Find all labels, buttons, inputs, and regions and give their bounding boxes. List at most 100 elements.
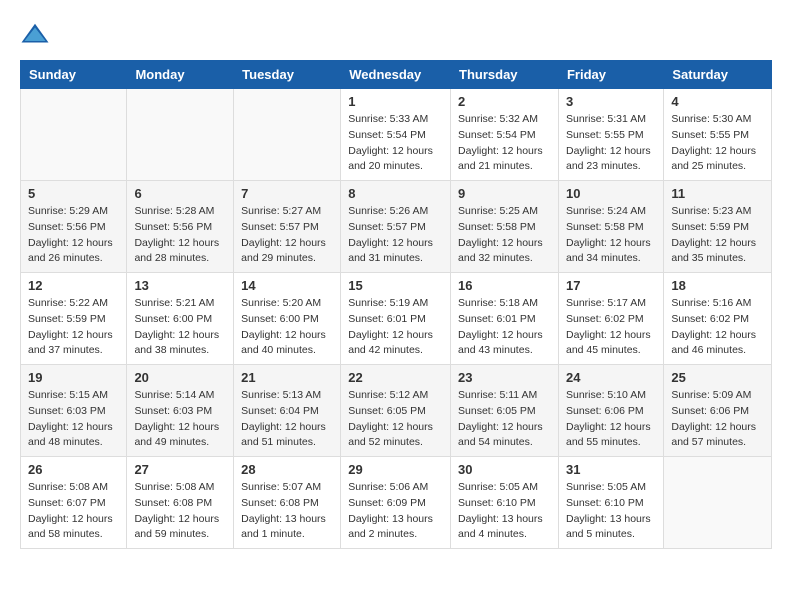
day-header-monday: Monday	[127, 61, 234, 89]
calendar-cell: 30 Sunrise: 5:05 AMSunset: 6:10 PMDayligh…	[451, 457, 559, 549]
day-info: Sunrise: 5:31 AMSunset: 5:55 PMDaylight:…	[566, 112, 656, 175]
calendar-cell: 22 Sunrise: 5:12 AMSunset: 6:05 PMDayligh…	[341, 365, 451, 457]
calendar-cell: 4 Sunrise: 5:30 AMSunset: 5:55 PMDaylight…	[664, 89, 772, 181]
calendar-cell: 14Sunrise: 5:20 AMSunset: 6:00 PMDayligh…	[234, 273, 341, 365]
calendar-cell	[21, 89, 127, 181]
day-info: Sunrise: 5:18 AMSunset: 6:01 PMDaylight:…	[458, 296, 551, 359]
day-info: Sunrise: 5:15 AMSunset: 6:03 PMDaylight:…	[28, 388, 119, 451]
day-info: Sunrise: 5:19 AMSunset: 6:01 PMDaylight:…	[348, 296, 443, 359]
day-number: 8	[348, 186, 443, 201]
calendar-cell: 17 Sunrise: 5:17 AMSunset: 6:02 PMDayligh…	[558, 273, 663, 365]
day-number: 27	[134, 462, 226, 477]
day-number: 4	[671, 94, 764, 109]
calendar-cell: 18 Sunrise: 5:16 AMSunset: 6:02 PMDayligh…	[664, 273, 772, 365]
day-info: Sunrise: 5:30 AMSunset: 5:55 PMDaylight:…	[671, 112, 764, 175]
logo	[20, 20, 52, 50]
day-header-saturday: Saturday	[664, 61, 772, 89]
day-number: 24	[566, 370, 656, 385]
calendar-cell: 7 Sunrise: 5:27 AMSunset: 5:57 PMDaylight…	[234, 181, 341, 273]
day-info: Sunrise: 5:13 AMSunset: 6:04 PMDaylight:…	[241, 388, 333, 451]
day-info: Sunrise: 5:22 AMSunset: 5:59 PMDaylight:…	[28, 296, 119, 359]
calendar-cell: 19Sunrise: 5:15 AMSunset: 6:03 PMDayligh…	[21, 365, 127, 457]
day-number: 29	[348, 462, 443, 477]
calendar-header-row: SundayMondayTuesdayWednesdayThursdayFrid…	[21, 61, 772, 89]
calendar-week-3: 12 Sunrise: 5:22 AMSunset: 5:59 PMDayligh…	[21, 273, 772, 365]
calendar-cell: 28 Sunrise: 5:07 AMSunset: 6:08 PMDayligh…	[234, 457, 341, 549]
day-info: Sunrise: 5:28 AMSunset: 5:56 PMDaylight:…	[134, 204, 226, 267]
day-number: 21	[241, 370, 333, 385]
calendar-cell: 5 Sunrise: 5:29 AMSunset: 5:56 PMDaylight…	[21, 181, 127, 273]
day-info: Sunrise: 5:07 AMSunset: 6:08 PMDaylight:…	[241, 480, 333, 543]
day-number: 15	[348, 278, 443, 293]
day-info: Sunrise: 5:29 AMSunset: 5:56 PMDaylight:…	[28, 204, 119, 267]
day-number: 20	[134, 370, 226, 385]
day-number: 30	[458, 462, 551, 477]
day-header-wednesday: Wednesday	[341, 61, 451, 89]
day-number: 31	[566, 462, 656, 477]
day-number: 28	[241, 462, 333, 477]
day-number: 12	[28, 278, 119, 293]
day-info: Sunrise: 5:09 AMSunset: 6:06 PMDaylight:…	[671, 388, 764, 451]
logo-icon	[20, 20, 50, 50]
day-info: Sunrise: 5:12 AMSunset: 6:05 PMDaylight:…	[348, 388, 443, 451]
day-number: 13	[134, 278, 226, 293]
calendar-cell: 27 Sunrise: 5:08 AMSunset: 6:08 PMDayligh…	[127, 457, 234, 549]
calendar-week-2: 5 Sunrise: 5:29 AMSunset: 5:56 PMDaylight…	[21, 181, 772, 273]
calendar-cell: 15 Sunrise: 5:19 AMSunset: 6:01 PMDayligh…	[341, 273, 451, 365]
day-number: 16	[458, 278, 551, 293]
day-header-tuesday: Tuesday	[234, 61, 341, 89]
day-info: Sunrise: 5:14 AMSunset: 6:03 PMDaylight:…	[134, 388, 226, 451]
day-number: 25	[671, 370, 764, 385]
calendar-cell: 1 Sunrise: 5:33 AMSunset: 5:54 PMDaylight…	[341, 89, 451, 181]
day-info: Sunrise: 5:27 AMSunset: 5:57 PMDaylight:…	[241, 204, 333, 267]
day-number: 6	[134, 186, 226, 201]
day-number: 3	[566, 94, 656, 109]
calendar-cell: 11Sunrise: 5:23 AMSunset: 5:59 PMDayligh…	[664, 181, 772, 273]
calendar-cell: 8 Sunrise: 5:26 AMSunset: 5:57 PMDaylight…	[341, 181, 451, 273]
day-number: 14	[241, 278, 333, 293]
calendar-cell: 16 Sunrise: 5:18 AMSunset: 6:01 PMDayligh…	[451, 273, 559, 365]
day-info: Sunrise: 5:08 AMSunset: 6:08 PMDaylight:…	[134, 480, 226, 543]
day-number: 9	[458, 186, 551, 201]
day-number: 1	[348, 94, 443, 109]
day-info: Sunrise: 5:33 AMSunset: 5:54 PMDaylight:…	[348, 112, 443, 175]
calendar-cell: 25 Sunrise: 5:09 AMSunset: 6:06 PMDayligh…	[664, 365, 772, 457]
calendar-cell: 31 Sunrise: 5:05 AMSunset: 6:10 PMDayligh…	[558, 457, 663, 549]
calendar-cell: 2 Sunrise: 5:32 AMSunset: 5:54 PMDaylight…	[451, 89, 559, 181]
day-number: 5	[28, 186, 119, 201]
page-header	[20, 20, 772, 50]
day-info: Sunrise: 5:05 AMSunset: 6:10 PMDaylight:…	[566, 480, 656, 543]
calendar-week-4: 19Sunrise: 5:15 AMSunset: 6:03 PMDayligh…	[21, 365, 772, 457]
day-number: 18	[671, 278, 764, 293]
day-info: Sunrise: 5:26 AMSunset: 5:57 PMDaylight:…	[348, 204, 443, 267]
calendar-cell: 12 Sunrise: 5:22 AMSunset: 5:59 PMDayligh…	[21, 273, 127, 365]
day-info: Sunrise: 5:24 AMSunset: 5:58 PMDaylight:…	[566, 204, 656, 267]
day-number: 10	[566, 186, 656, 201]
day-number: 11	[671, 186, 764, 201]
calendar-cell: 24Sunrise: 5:10 AMSunset: 6:06 PMDayligh…	[558, 365, 663, 457]
day-number: 17	[566, 278, 656, 293]
calendar-cell: 26 Sunrise: 5:08 AMSunset: 6:07 PMDayligh…	[21, 457, 127, 549]
day-info: Sunrise: 5:06 AMSunset: 6:09 PMDaylight:…	[348, 480, 443, 543]
calendar-table: SundayMondayTuesdayWednesdayThursdayFrid…	[20, 60, 772, 549]
day-number: 2	[458, 94, 551, 109]
day-info: Sunrise: 5:17 AMSunset: 6:02 PMDaylight:…	[566, 296, 656, 359]
calendar-cell: 6 Sunrise: 5:28 AMSunset: 5:56 PMDaylight…	[127, 181, 234, 273]
calendar-cell: 9Sunrise: 5:25 AMSunset: 5:58 PMDaylight…	[451, 181, 559, 273]
day-info: Sunrise: 5:08 AMSunset: 6:07 PMDaylight:…	[28, 480, 119, 543]
day-info: Sunrise: 5:05 AMSunset: 6:10 PMDaylight:…	[458, 480, 551, 543]
day-info: Sunrise: 5:16 AMSunset: 6:02 PMDaylight:…	[671, 296, 764, 359]
calendar-cell: 10 Sunrise: 5:24 AMSunset: 5:58 PMDayligh…	[558, 181, 663, 273]
day-info: Sunrise: 5:21 AMSunset: 6:00 PMDaylight:…	[134, 296, 226, 359]
calendar-week-5: 26 Sunrise: 5:08 AMSunset: 6:07 PMDayligh…	[21, 457, 772, 549]
day-header-sunday: Sunday	[21, 61, 127, 89]
calendar-cell: 20 Sunrise: 5:14 AMSunset: 6:03 PMDayligh…	[127, 365, 234, 457]
day-info: Sunrise: 5:32 AMSunset: 5:54 PMDaylight:…	[458, 112, 551, 175]
calendar-cell	[234, 89, 341, 181]
day-info: Sunrise: 5:11 AMSunset: 6:05 PMDaylight:…	[458, 388, 551, 451]
calendar-cell: 3 Sunrise: 5:31 AMSunset: 5:55 PMDaylight…	[558, 89, 663, 181]
calendar-cell	[664, 457, 772, 549]
day-number: 26	[28, 462, 119, 477]
day-number: 7	[241, 186, 333, 201]
day-number: 22	[348, 370, 443, 385]
